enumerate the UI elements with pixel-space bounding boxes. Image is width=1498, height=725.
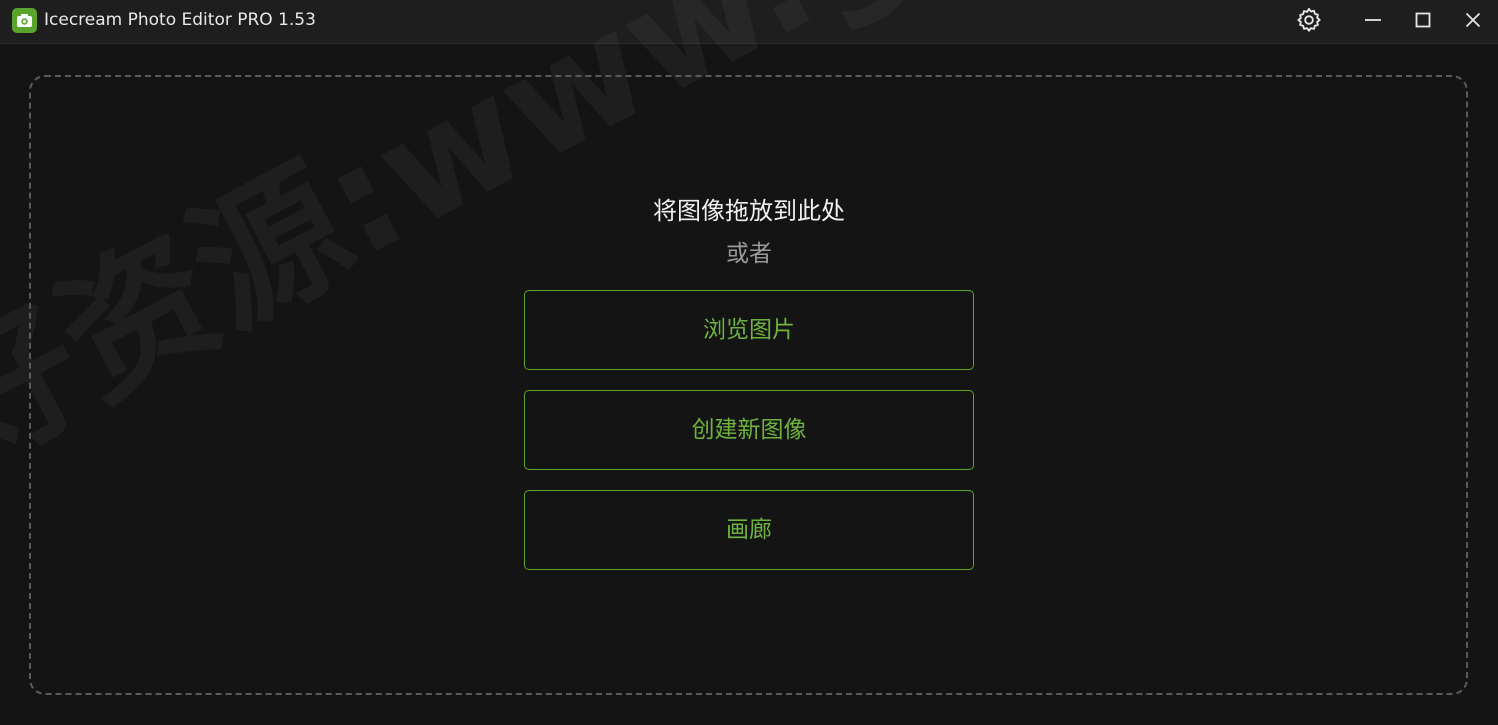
minimize-button[interactable]	[1351, 0, 1395, 40]
close-icon	[1465, 12, 1481, 28]
app-window: Icecream Photo Editor PRO 1.53 好资源:www.g…	[0, 0, 1498, 725]
gear-icon	[1297, 7, 1321, 32]
gallery-button[interactable]: 画廊	[524, 490, 974, 570]
maximize-button[interactable]	[1401, 0, 1445, 40]
window-title: Icecream Photo Editor PRO 1.53	[44, 10, 316, 30]
browse-images-button[interactable]: 浏览图片	[524, 290, 974, 370]
minimize-icon	[1365, 19, 1381, 21]
close-button[interactable]	[1451, 0, 1495, 40]
image-drop-zone[interactable]	[29, 75, 1468, 695]
settings-button[interactable]	[1287, 0, 1331, 40]
create-new-image-button[interactable]: 创建新图像	[524, 390, 974, 470]
camera-app-icon	[12, 8, 37, 33]
or-separator: 或者	[726, 241, 772, 267]
maximize-icon	[1415, 12, 1431, 28]
title-bar: Icecream Photo Editor PRO 1.53	[0, 0, 1498, 44]
drop-zone-title: 将图像拖放到此处	[653, 197, 845, 225]
